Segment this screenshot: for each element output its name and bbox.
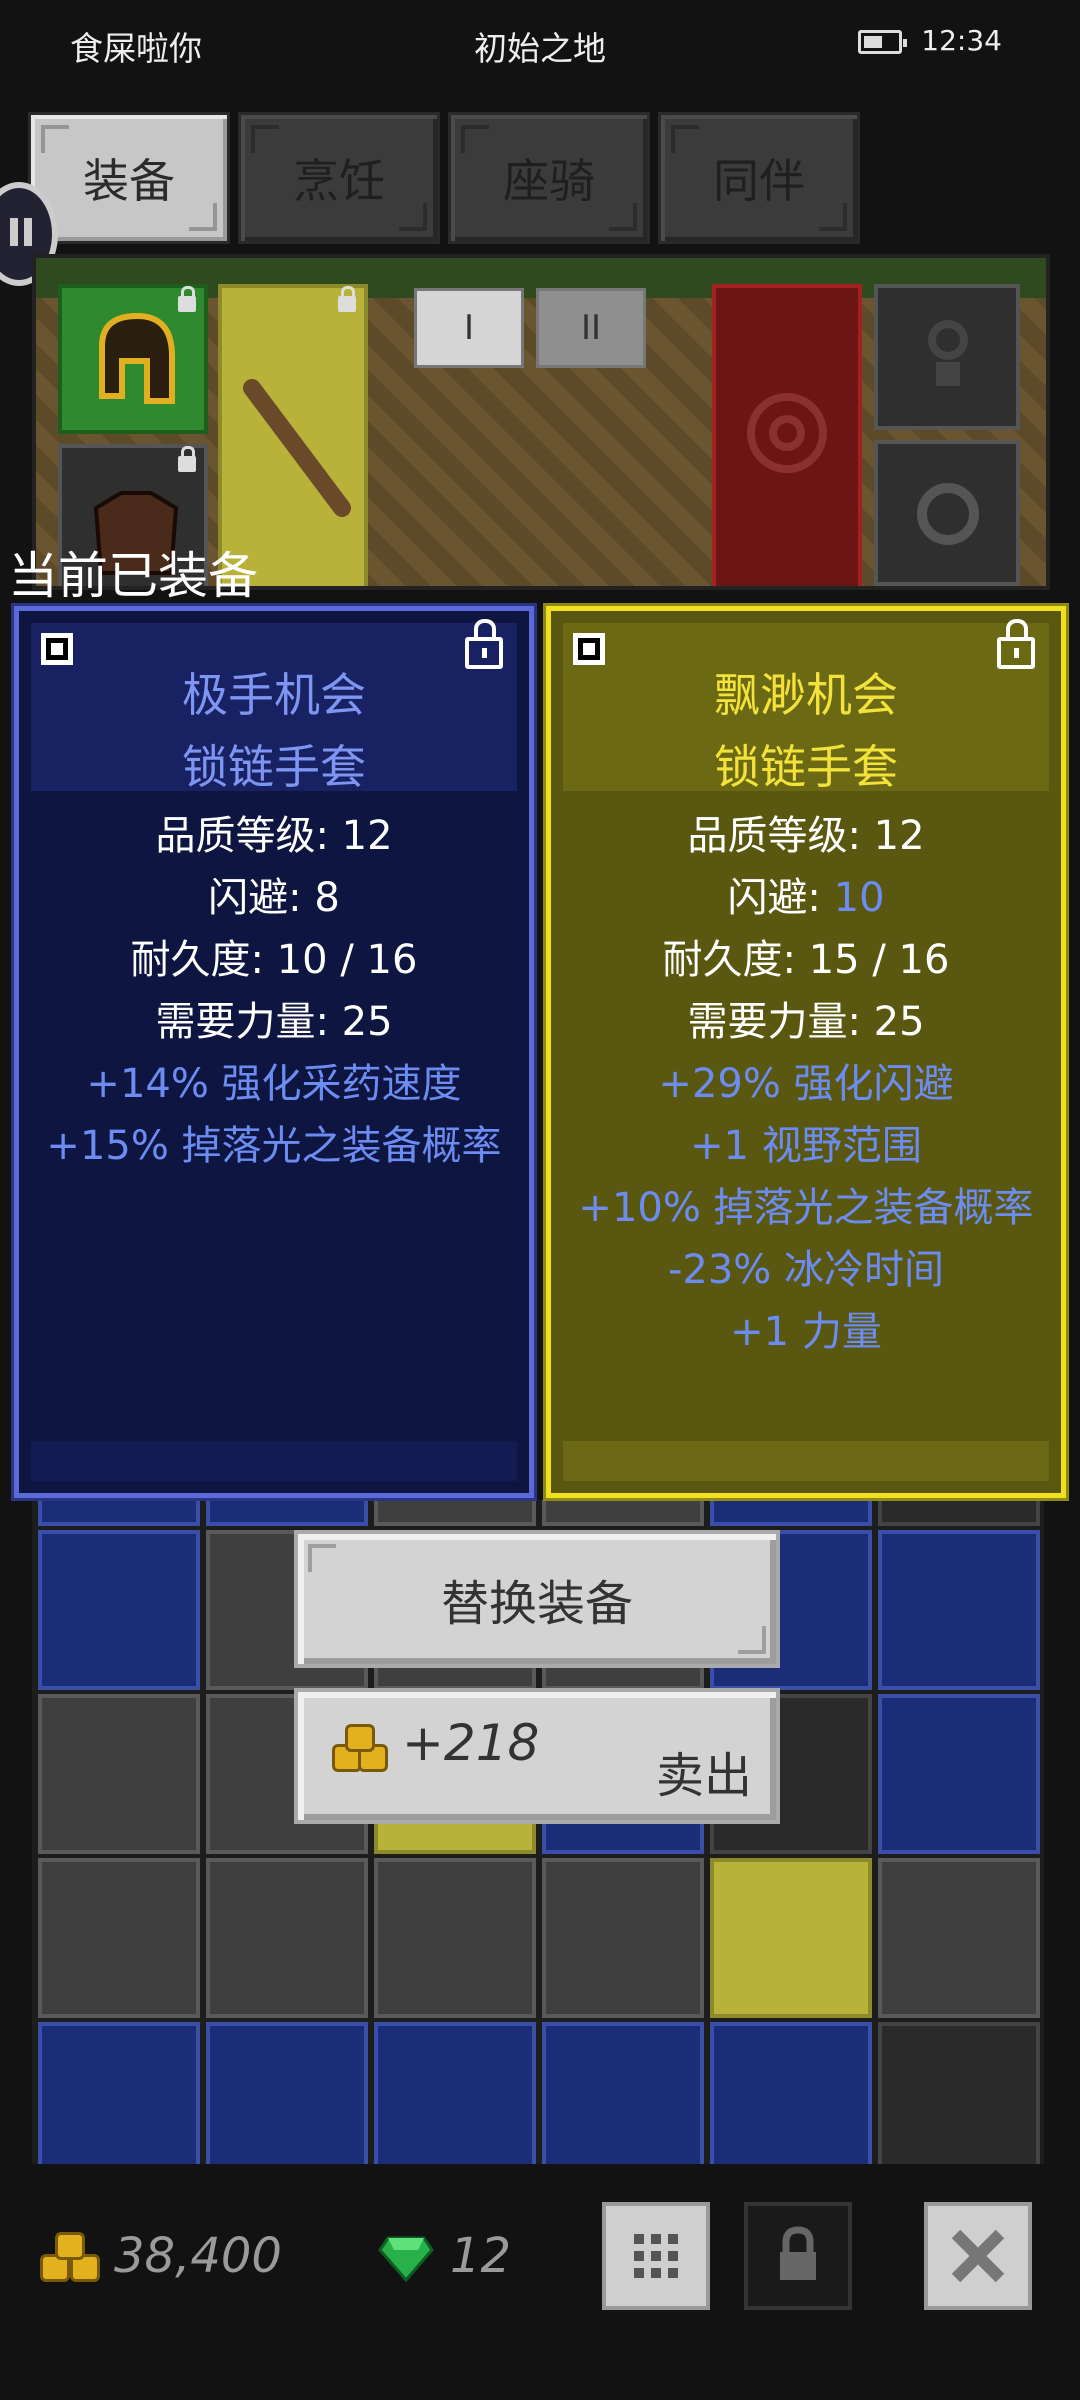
- item-type: 锁链手套: [182, 740, 366, 794]
- affix: +1 力量: [730, 1309, 882, 1355]
- target-icon: [747, 393, 827, 473]
- inventory-slot[interactable]: [206, 1500, 368, 1526]
- inventory-slot[interactable]: [38, 2022, 200, 2164]
- dodge-value: 10: [833, 875, 885, 921]
- lock-icon: [178, 446, 196, 472]
- lock-icon[interactable]: [997, 619, 1035, 669]
- tab-label: 座骑: [503, 154, 595, 208]
- inventory-slot[interactable]: [542, 1500, 704, 1526]
- inventory-slot[interactable]: [374, 1858, 536, 2018]
- status-bar: 食屎啦你 初始之地 12:34: [0, 0, 1080, 90]
- new-item-card: 飘渺机会 锁链手套 品质等级: 12 闪避: 10 耐久度: 15 / 16 需…: [543, 603, 1069, 1501]
- dodge-stat: 闪避: 10: [551, 867, 1061, 929]
- inventory-slot[interactable]: [374, 1500, 536, 1526]
- equipped-item-card: 极手机会 锁链手套 品质等级: 12 闪避: 8 耐久度: 10 / 16 需要…: [11, 603, 537, 1501]
- loadout-tab-label: II: [580, 308, 602, 348]
- affix: +29% 强化闪避: [658, 1061, 954, 1107]
- inventory-slot[interactable]: [38, 1858, 200, 2018]
- affix: +15% 掉落光之装备概率: [46, 1123, 502, 1169]
- tab-cooking[interactable]: 烹饪: [238, 112, 440, 244]
- inventory-slot[interactable]: [38, 1530, 200, 1690]
- lock-icon: [780, 2226, 816, 2280]
- sell-label: 卖出: [655, 1748, 752, 1804]
- equipped-heading: 当前已装备: [8, 547, 258, 605]
- sell-button[interactable]: +218 卖出: [294, 1688, 780, 1824]
- strength-req-stat: 需要力量: 25: [687, 999, 925, 1045]
- close-icon: [951, 2229, 1005, 2283]
- amulet-slot[interactable]: [874, 284, 1020, 430]
- loadout-tab-1[interactable]: I: [414, 288, 524, 368]
- affix: -23% 冰冷时间: [667, 1247, 945, 1293]
- amulet-icon: [928, 320, 968, 386]
- loadout-tab-label: I: [463, 308, 475, 348]
- inventory-slot[interactable]: [710, 1858, 872, 2018]
- select-checkbox[interactable]: [573, 633, 605, 665]
- inventory-slot[interactable]: [38, 1694, 200, 1854]
- location-name: 初始之地: [474, 29, 606, 68]
- tab-mount[interactable]: 座骑: [448, 112, 650, 244]
- inventory-slot[interactable]: [878, 1694, 1040, 1854]
- replace-label: 替换装备: [440, 1576, 633, 1632]
- affix: +1 视野范围: [690, 1123, 922, 1169]
- inventory-slot[interactable]: [206, 1858, 368, 2018]
- loadout-tab-2[interactable]: II: [536, 288, 646, 368]
- clock: 12:34: [921, 24, 1002, 57]
- emerald-icon: [378, 2236, 434, 2282]
- battery-icon: [858, 30, 907, 54]
- inventory-slot[interactable]: [374, 2022, 536, 2164]
- strength-req-stat: 需要力量: 25: [155, 999, 393, 1045]
- club-icon: [243, 379, 351, 517]
- tab-label: 烹饪: [293, 154, 385, 208]
- gem-amount: 12: [450, 2228, 512, 2284]
- inventory-slot[interactable]: [542, 1858, 704, 2018]
- lock-mode-button[interactable]: [744, 2202, 852, 2310]
- inventory-slot[interactable]: [878, 1530, 1040, 1690]
- quality-stat: 品质等级: 12: [155, 813, 393, 859]
- item-type: 锁链手套: [714, 740, 898, 794]
- ring-icon: [917, 483, 979, 545]
- grid-icon: [634, 2234, 678, 2278]
- select-checkbox[interactable]: [41, 633, 73, 665]
- tab-equipment[interactable]: 装备: [28, 112, 230, 244]
- item-name: 极手机会: [182, 668, 366, 722]
- inventory-slot[interactable]: [878, 1858, 1040, 2018]
- helmet-slot[interactable]: [58, 284, 208, 434]
- lock-icon: [338, 286, 356, 312]
- inventory-slot[interactable]: [710, 2022, 872, 2164]
- tab-label: 装备: [83, 154, 175, 208]
- coin-stack-icon: [40, 2228, 104, 2282]
- quality-stat: 品质等级: 12: [687, 813, 925, 859]
- close-button[interactable]: [924, 2202, 1032, 2310]
- affix: +10% 掉落光之装备概率: [578, 1185, 1034, 1231]
- tab-label: 同伴: [713, 154, 805, 208]
- dodge-stat: 闪避: 8: [208, 875, 340, 921]
- inventory-slot[interactable]: [38, 1500, 200, 1526]
- sell-price: +218: [402, 1714, 540, 1772]
- inventory-slot[interactable]: [878, 1500, 1040, 1526]
- inventory-slot[interactable]: [878, 2022, 1040, 2164]
- replace-equipment-button[interactable]: 替换装备: [294, 1530, 780, 1668]
- dodge-label: 闪避:: [727, 875, 834, 921]
- affix: +14% 强化采药速度: [86, 1061, 462, 1107]
- durability-stat: 耐久度: 15 / 16: [662, 937, 950, 983]
- helmet-icon: [99, 312, 175, 404]
- inventory-slot[interactable]: [206, 2022, 368, 2164]
- banner-slot[interactable]: [712, 284, 862, 586]
- ring-slot[interactable]: [874, 440, 1020, 586]
- lock-icon[interactable]: [465, 619, 503, 669]
- inventory-slot[interactable]: [542, 2022, 704, 2164]
- durability-stat: 耐久度: 10 / 16: [130, 937, 418, 983]
- tab-companion[interactable]: 同伴: [658, 112, 860, 244]
- item-name: 飘渺机会: [714, 668, 898, 722]
- inventory-slot[interactable]: [710, 1500, 872, 1526]
- sort-grid-button[interactable]: [602, 2202, 710, 2310]
- gold-amount: 38,400: [114, 2228, 282, 2284]
- coin-stack-icon: [332, 1722, 392, 1772]
